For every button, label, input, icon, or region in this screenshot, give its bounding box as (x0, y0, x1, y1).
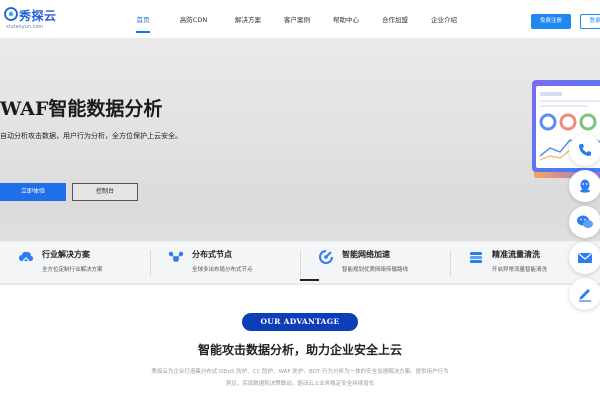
feature-title: 智能网络加速 (342, 250, 390, 259)
main-nav: 首页 高防CDN 解决方案 客户案例 帮助中心 合作加盟 企业介绍 (128, 0, 466, 38)
feature-title: 行业解决方案 (42, 250, 90, 259)
logo-domain: xiutanyun.com (6, 24, 44, 30)
advantage-badge: OUR ADVANTAGE (242, 313, 358, 331)
qq-button[interactable] (569, 170, 600, 202)
wechat-icon (577, 215, 593, 228)
mail-icon (578, 253, 592, 263)
floating-contact-bar (567, 134, 600, 310)
logo-name: 秀探云 (19, 9, 57, 23)
edit-icon (579, 289, 591, 302)
cloud-icon (19, 251, 33, 262)
feature-title: 分布式节点 (192, 250, 232, 259)
feature-desc: 开启异常流量智能清洗 (492, 267, 548, 273)
nav-item-help[interactable]: 帮助中心 (324, 0, 368, 38)
qq-icon (580, 179, 590, 193)
nav-item-solutions[interactable]: 解决方案 (226, 0, 270, 38)
hero-subtitle: 自动分析攻击数据，用户行为分析，全方位保护上云安全。 (0, 132, 182, 140)
advantage-title: 智能攻击数据分析，助力企业安全上云 (197, 343, 402, 357)
nav-item-cdn[interactable]: 高防CDN (166, 0, 221, 38)
wechat-button[interactable] (569, 206, 600, 238)
nav-item-about[interactable]: 企业介绍 (422, 0, 466, 38)
accelerate-icon (319, 250, 333, 264)
advantage-description: 秀探云为企业打造集分布式 DDoS 防护、CC 防护、WAF 防护、BOT 行为… (151, 369, 449, 387)
nav-item-partner[interactable]: 合作加盟 (373, 0, 417, 38)
phone-button[interactable] (569, 134, 600, 166)
logo-icon (4, 7, 18, 21)
edit-button[interactable] (569, 278, 600, 310)
try-now-button[interactable]: 立即体验 (0, 183, 66, 201)
filter-icon (470, 252, 482, 263)
feature-distributed-nodes[interactable]: 分布式节点 全球多出布局分布式节点 (150, 242, 300, 284)
nodes-icon (168, 251, 184, 262)
site-header: 秀探云 xiutanyun.com 首页 高防CDN 解决方案 客户案例 帮助中… (0, 0, 600, 38)
console-button[interactable]: 控制台 (72, 183, 138, 201)
phone-icon (579, 144, 591, 156)
mail-button[interactable] (569, 242, 600, 274)
nav-item-home[interactable]: 首页 (128, 0, 158, 38)
feature-desc: 全方位定制行业解决方案 (42, 267, 103, 273)
feature-title: 精准流量清洗 (492, 250, 540, 259)
features-strip: 行业解决方案 全方位定制行业解决方案 分布式节点 全球多出布局分布式节点 智能网… (0, 241, 600, 283)
nav-item-cases[interactable]: 客户案例 (275, 0, 319, 38)
login-button[interactable]: 登录 (580, 14, 600, 29)
register-button[interactable]: 免费注册 (531, 14, 571, 29)
feature-network-acceleration[interactable]: 智能网络加速 智能规划优质网络传输路线 (300, 242, 450, 284)
site-logo[interactable]: 秀探云 xiutanyun.com (4, 5, 64, 33)
slider-indicator[interactable] (300, 279, 319, 281)
feature-desc: 全球多出布局分布式节点 (192, 267, 253, 273)
feature-industry-solutions[interactable]: 行业解决方案 全方位定制行业解决方案 (0, 242, 150, 284)
feature-desc: 智能规划优质网络传输路线 (342, 267, 409, 273)
hero-title: WAF智能数据分析 (0, 98, 163, 120)
